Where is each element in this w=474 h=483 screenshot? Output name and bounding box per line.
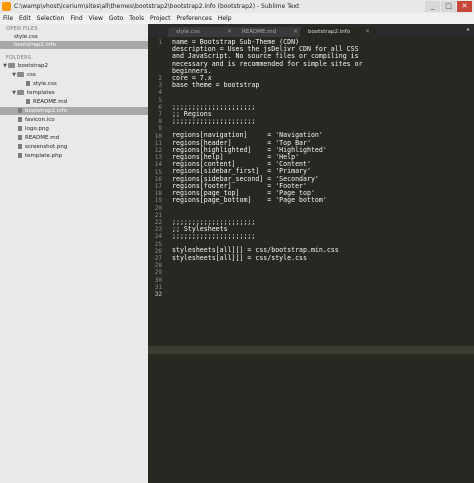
file-icon (18, 116, 22, 122)
line-number: 2 (158, 75, 162, 82)
code-editor[interactable]: 1 2 3 4 5 6 7 8 9 10 11 12 13 14 15 16 17 18 19 20 21 22 23 24 2… (148, 37, 474, 483)
open-file-item-selected[interactable]: bootstrap2.info (0, 41, 148, 49)
code-line: regions[page_bottom] = 'Page bottom' (172, 196, 327, 205)
tab-bar: style.css ✕ README.md ✕ bootstrap2.info … (148, 24, 474, 37)
close-icon[interactable]: ✕ (293, 27, 298, 37)
menu-find[interactable]: Find (67, 13, 85, 24)
menu-selection[interactable]: Selection (34, 13, 68, 24)
open-file-item[interactable]: style.css (0, 33, 148, 41)
menu-view[interactable]: View (86, 13, 106, 24)
file-icon (18, 134, 22, 140)
folder-icon (17, 89, 24, 95)
line-number: 23 (154, 226, 162, 234)
line-number: 20 (154, 204, 162, 212)
line-number: 22 (154, 219, 162, 226)
current-line-highlight (148, 346, 474, 354)
line-number: 19 (154, 197, 162, 205)
sidebar: OPEN FILES style.css bootstrap2.info FOL… (0, 24, 149, 483)
minimize-button[interactable]: _ (425, 1, 440, 12)
title-bar: C:\wamp\vhost\icerium\sites\all\themes\b… (0, 0, 474, 13)
menu-help[interactable]: Help (215, 13, 235, 24)
tree-file[interactable]: README.md (0, 134, 166, 142)
line-number: 1 (158, 39, 162, 46)
file-icon (18, 152, 22, 158)
menu-tools[interactable]: Tools (126, 13, 147, 24)
tab-bootstrap2-info[interactable]: bootstrap2.info ✕ (300, 27, 376, 37)
line-number: 30 (154, 276, 162, 284)
file-icon (18, 125, 22, 131)
menu-goto[interactable]: Goto (106, 13, 126, 24)
tree-file[interactable]: template.php (0, 152, 166, 160)
close-button[interactable]: ✕ (457, 1, 472, 12)
line-number: 14 (154, 161, 162, 169)
line-number: 27 (154, 255, 162, 262)
line-number: 4 (158, 89, 162, 97)
line-number: 32 (154, 291, 162, 298)
menu-file[interactable]: File (0, 13, 16, 24)
line-number: 16 (154, 175, 162, 183)
menu-preferences[interactable]: Preferences (174, 13, 215, 24)
menu-edit[interactable]: Edit (16, 13, 34, 24)
tab-menu-icon[interactable]: ▸ (467, 26, 470, 33)
menu-project[interactable]: Project (147, 13, 174, 24)
line-number: 12 (154, 147, 162, 154)
file-icon (18, 107, 22, 113)
code-line: ;;;;;;;;;;;;;;;;;;;;; (172, 117, 256, 126)
line-number: 26 (154, 247, 162, 255)
tree-file[interactable]: favicon.ico (0, 116, 166, 124)
line-number: 11 (154, 139, 162, 147)
maximize-button[interactable]: □ (441, 1, 456, 12)
line-number: 31 (154, 283, 162, 291)
line-number: 21 (154, 211, 162, 219)
line-number: 8 (158, 118, 162, 126)
tree-file[interactable]: logo.png (0, 125, 166, 133)
tab-readme[interactable]: README.md ✕ (234, 27, 304, 37)
open-files-title: OPEN FILES (6, 26, 38, 32)
line-number: 9 (158, 125, 162, 133)
line-number: 7 (158, 111, 162, 118)
line-number: 6 (158, 103, 162, 111)
line-number: 13 (154, 154, 162, 162)
line-number: 25 (154, 240, 162, 248)
tree-folder-templates[interactable]: ▼ templates (0, 89, 159, 97)
close-icon[interactable]: ✕ (365, 27, 370, 37)
line-number: 28 (154, 262, 162, 270)
file-icon (18, 143, 22, 149)
sublime-app-icon (2, 2, 11, 11)
line-number: 17 (154, 183, 162, 190)
code-line: base theme = bootstrap (172, 81, 260, 90)
window-title: C:\wamp\vhost\icerium\sites\all\themes\b… (14, 3, 300, 10)
code-line: ;;;;;;;;;;;;;;;;;;;;; (172, 232, 256, 241)
folder-icon (8, 62, 15, 68)
tab-style-css[interactable]: style.css ✕ (168, 27, 238, 37)
line-number: 24 (154, 233, 162, 241)
tree-folder-css[interactable]: ▼ css (0, 71, 159, 79)
tree-file[interactable]: screenshot.png (0, 143, 166, 151)
file-icon (26, 98, 30, 104)
line-number-gutter: 1 2 3 4 5 6 7 8 9 10 11 12 13 14 15 16 17 18 19 20 21 22 23 24 2… (148, 37, 164, 483)
line-number: 10 (154, 132, 162, 140)
code-line: stylesheets[all][] = css/style.css (172, 253, 307, 262)
tree-file-selected[interactable]: bootstrap2.info (0, 107, 148, 115)
line-number: 3 (158, 82, 162, 90)
folder-icon (17, 71, 24, 77)
file-icon (26, 80, 30, 86)
line-number: 5 (158, 96, 162, 104)
code-text[interactable]: name = Bootstrap Sub-Theme (CDN) descript… (172, 38, 363, 276)
line-number: 15 (154, 168, 162, 176)
close-icon[interactable]: ✕ (227, 27, 232, 37)
line-number: 18 (154, 190, 162, 198)
folders-title: FOLDERS (6, 55, 32, 61)
tree-folder-bootstrap2[interactable]: ▼ bootstrap2 (0, 62, 150, 70)
line-number: 29 (154, 269, 162, 277)
